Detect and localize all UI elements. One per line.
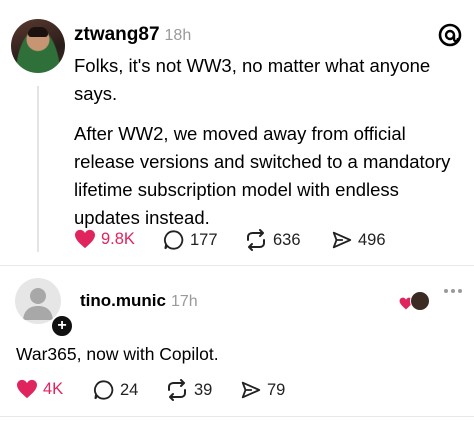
like-count: 9.8K — [101, 229, 135, 248]
repost-button[interactable]: 636 — [244, 229, 301, 251]
post-header: ztwang87 18h — [74, 24, 191, 46]
post-text-line: After WW2, we moved away from official — [74, 123, 406, 144]
reply-username[interactable]: tino.munic — [80, 291, 166, 310]
threads-logo-icon[interactable] — [437, 22, 463, 53]
reply-repost-button[interactable]: 39 — [165, 379, 212, 401]
reply-button[interactable]: 177 — [163, 229, 218, 251]
post-text-line: release versions and switched to a manda… — [74, 151, 451, 172]
follow-plus-icon[interactable]: + — [50, 314, 74, 338]
reply-count: 177 — [190, 230, 218, 249]
post-text-line: lifetime subscription model with endless — [74, 179, 399, 200]
thread-connector-line — [37, 86, 39, 252]
heart-filled-icon — [75, 229, 95, 249]
post-username[interactable]: ztwang87 — [74, 24, 160, 45]
post-divider — [0, 265, 474, 266]
avatar-ztwang87[interactable] — [11, 19, 65, 73]
share-count: 496 — [358, 230, 386, 249]
repost-icon — [168, 379, 186, 401]
reply-share-button[interactable]: 79 — [240, 379, 285, 401]
reply-time: 17h — [170, 293, 198, 310]
liked-by-author-icon — [399, 291, 431, 311]
reply-repost-count: 39 — [194, 380, 213, 399]
reply-header: tino.munic 17h — [80, 291, 198, 311]
reply-reply-button[interactable]: 24 — [93, 379, 138, 401]
like-button[interactable]: 9.8K — [74, 229, 135, 249]
reply-divider — [0, 416, 474, 417]
send-icon — [332, 231, 352, 249]
share-button[interactable]: 496 — [331, 229, 386, 251]
repost-count: 636 — [273, 230, 301, 249]
reply-reply-count: 24 — [120, 380, 139, 399]
comment-icon — [94, 380, 114, 400]
post-text-line: updates instead. — [74, 207, 210, 228]
send-icon — [241, 381, 261, 399]
comment-icon — [164, 230, 184, 250]
more-options-icon[interactable] — [444, 289, 462, 293]
post-text-line: says. — [74, 83, 118, 104]
post-body: Folks, it's not WW3, no matter what anyo… — [74, 52, 464, 232]
post-text-line: Folks, it's not WW3, no matter what anyo… — [74, 55, 431, 76]
reply-share-count: 79 — [267, 380, 286, 399]
reply-like-button[interactable]: 4K — [16, 379, 63, 399]
heart-filled-icon — [17, 379, 37, 399]
post-time: 18h — [164, 27, 192, 44]
reply-text: War365, now with Copilot. — [16, 344, 219, 364]
repost-icon — [247, 229, 265, 251]
reply-like-count: 4K — [43, 379, 64, 398]
